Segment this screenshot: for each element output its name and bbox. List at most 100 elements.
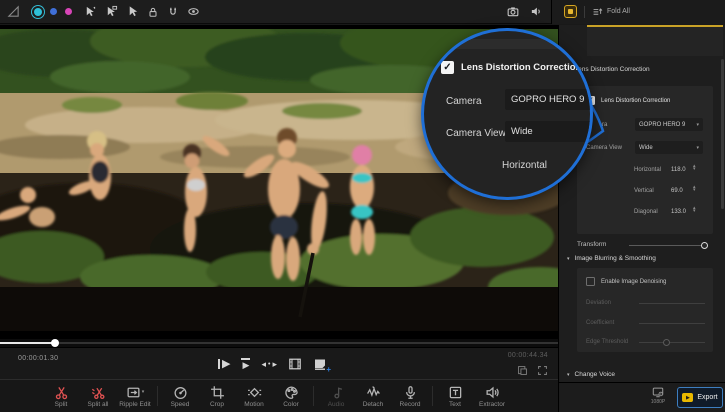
speaker-icon[interactable] [530,5,543,18]
horizontal-stepper[interactable]: ▴▾ [693,165,696,171]
toolbar-separator [432,386,433,406]
tool-audio: Audio [319,385,353,408]
seek-handle[interactable] [51,339,59,347]
eye-icon[interactable] [187,5,200,18]
adjust-panel-tab-icon[interactable] [564,5,577,18]
next-frame-button[interactable]: ▸ [272,359,277,370]
select-tool-icon[interactable] [84,5,97,18]
tool-extractor[interactable]: Extractor [475,385,509,408]
tool-label: Detach [363,401,384,408]
resolution-label: 1080P [651,399,665,405]
export-button[interactable]: ▶ Export [677,387,723,408]
previous-frame-button[interactable]: ◂ [261,359,266,370]
top-toolbar-left [0,5,551,18]
tool-speed[interactable]: Speed [163,385,197,408]
camera-select[interactable]: GOPRO HERO 9 ▾ [635,118,703,131]
export-button-label: Export [697,394,717,401]
transform-slider-knob[interactable] [701,242,708,249]
tool-label: Ripple Edit [119,401,150,408]
tool-color[interactable]: Color [274,385,308,408]
edge-threshold-slider-knob [663,339,670,346]
vertical-value[interactable]: 69.0 [671,188,683,194]
callout-horizontal-label: Horizontal [502,160,547,171]
motion-icon [247,385,262,400]
tool-text[interactable]: Text [438,385,472,408]
diagonal-label: Diagonal [634,209,658,215]
lens-section-title: Lens Distortion Correction [575,66,650,73]
callout-camera-view-value-box: Wide [505,121,593,142]
tool-label: Color [283,401,299,408]
vertical-stepper[interactable]: ▴▾ [693,186,696,192]
callout-camera-view-label: Camera View [446,128,506,139]
callout-checkbox-row: ✓ Lens Distortion Correction [441,61,581,74]
horizontal-value[interactable]: 118.0 [671,167,686,173]
magnet-icon[interactable] [167,6,179,18]
plus-icon: + [326,365,331,374]
transform-slider-track[interactable] [629,245,707,246]
play-button[interactable]: ▶ [241,356,250,372]
chevron-down-icon: ▾ [696,122,699,128]
transform-label: Transform [577,241,606,248]
magnifier-callout: ✓ Lens Distortion Correction Camera GOPR… [421,28,593,200]
lens-checkbox-label: Lens Distortion Correction [601,98,670,104]
step-down-icon[interactable]: ▾ [693,168,696,171]
seek-bar[interactable] [0,339,558,347]
color-label-dots [34,8,72,16]
vertical-label: Vertical [634,188,654,194]
tool-split-all[interactable]: Split all [81,385,115,408]
color-palette-icon [284,385,299,400]
tool-label: Text [449,401,461,408]
export-bar: 1080P ▶ Export [559,382,725,412]
seek-progress [0,342,55,344]
denoise-checkbox[interactable] [586,277,595,286]
snapshot-button[interactable]: + [313,356,328,372]
tool-crop[interactable]: Crop [200,385,234,408]
panel-header: Fold All [551,0,725,24]
diagonal-value[interactable]: 133.0 [671,209,686,215]
blur-section-title: Image Blurring & Smoothing [575,255,656,262]
selected-effect-strip[interactable] [587,25,723,56]
speed-icon [173,385,188,400]
deviation-label: Deviation [586,300,611,306]
lens-settings-card: ✓ Lens Distortion Correction Camera GOPR… [577,86,713,234]
label-magenta-dot[interactable] [65,8,72,15]
panel-scrollbar[interactable] [721,59,724,209]
lock-icon[interactable] [147,6,159,18]
label-cyan-dot[interactable] [34,8,42,16]
film-frame-button[interactable] [288,356,302,372]
callout-camera-value-box: GOPRO HERO 9 [505,89,593,110]
lens-checkbox-row[interactable]: ✓ Lens Distortion Correction [586,96,670,105]
seek-track[interactable] [0,342,558,344]
edge-threshold-slider-track [639,342,705,343]
tool-ripple-edit[interactable]: ▾ Ripple Edit [118,385,152,408]
tool-label: Audio [328,401,345,408]
fold-all-button[interactable]: Fold All [592,6,630,17]
label-blue-dot[interactable] [50,8,57,15]
fullscreen-icon[interactable] [537,365,548,376]
copy-board-icon[interactable] [517,365,528,376]
cursor-tool-icon[interactable] [126,5,139,18]
snapshot-camera-icon[interactable] [506,5,520,18]
coefficient-slider-track [639,323,705,324]
step-down-icon[interactable]: ▾ [693,189,696,192]
coefficient-label: Coefficient [586,320,614,326]
diagonal-stepper[interactable]: ▴▾ [693,207,696,213]
tool-split[interactable]: Split [44,385,78,408]
play-from-start-button[interactable]: ▶ [218,356,230,372]
crop-icon [210,385,225,400]
resolution-button[interactable]: 1080P [647,386,669,405]
audio-icon [329,385,344,400]
collapse-triangle-icon: ▾ [567,256,570,262]
tool-motion[interactable]: Motion [237,385,271,408]
tool-record[interactable]: Record [393,385,427,408]
step-down-icon[interactable]: ▾ [693,210,696,213]
preview-header-icons [506,5,551,18]
edge-threshold-label: Edge Threshold [586,339,628,345]
voice-section-header[interactable]: ▾ Change Voice [567,371,615,378]
horizontal-label: Horizontal [634,167,661,173]
box-select-tool-icon[interactable] [105,5,118,18]
tool-detach[interactable]: Detach [356,385,390,408]
camera-view-select[interactable]: Wide ▾ [635,141,703,154]
denoise-checkbox-row[interactable]: Enable Image Denoising [586,277,666,286]
blur-section-header[interactable]: ▾ Image Blurring & Smoothing [567,255,656,262]
